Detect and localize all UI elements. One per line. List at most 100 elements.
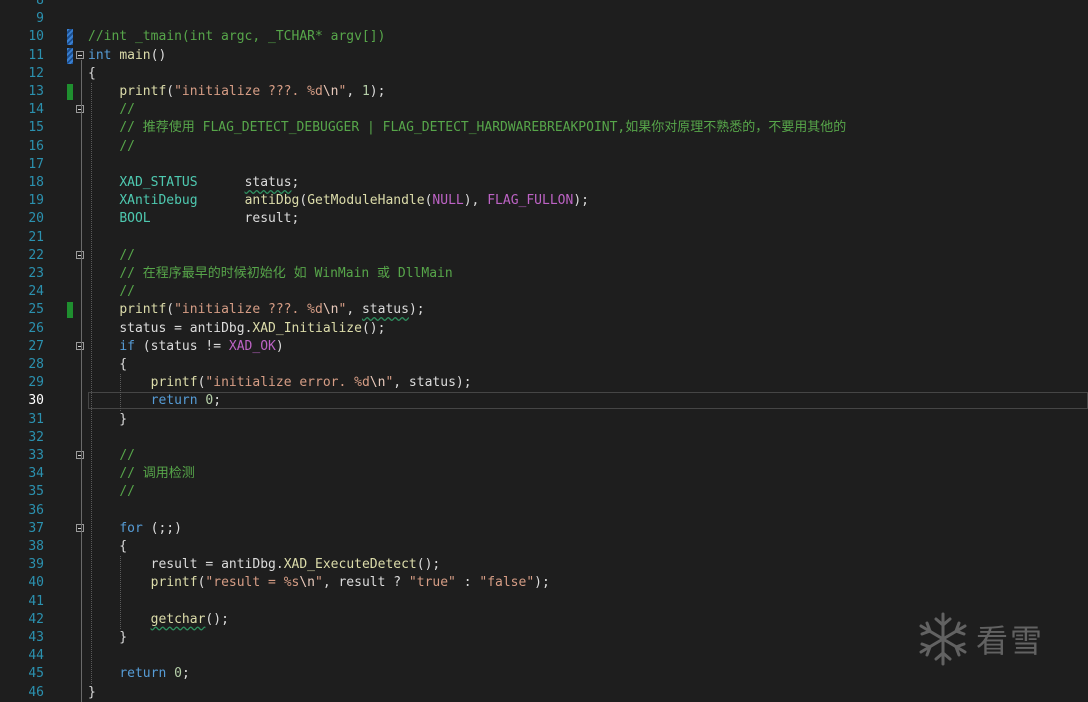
line-number[interactable]: 15 xyxy=(0,119,44,137)
code-line[interactable]: 15 // 推荐使用 FLAG_DETECT_DEBUGGER | FLAG_D… xyxy=(0,119,1088,137)
collapse-icon[interactable] xyxy=(76,105,84,114)
collapse-icon[interactable] xyxy=(76,250,84,259)
line-number[interactable]: 27 xyxy=(0,338,44,356)
code-text[interactable]: // 在程序最早的时候初始化 如 WinMain 或 DllMain xyxy=(88,265,452,283)
line-number[interactable]: 41 xyxy=(0,593,44,611)
code-text[interactable]: printf("initialize error. %d\n", status)… xyxy=(88,374,472,392)
code-line[interactable]: 39 result = antiDbg.XAD_ExecuteDetect(); xyxy=(0,556,1088,574)
line-number[interactable]: 14 xyxy=(0,101,44,119)
line-number[interactable]: 45 xyxy=(0,665,44,683)
code-line[interactable]: 31 } xyxy=(0,411,1088,429)
line-number[interactable]: 36 xyxy=(0,502,44,520)
code-line[interactable]: 29 printf("initialize error. %d\n", stat… xyxy=(0,374,1088,392)
line-number[interactable]: 9 xyxy=(0,10,44,28)
line-number[interactable]: 40 xyxy=(0,574,44,592)
code-text[interactable]: getchar(); xyxy=(88,611,229,629)
line-number[interactable]: 39 xyxy=(0,556,44,574)
code-text[interactable]: } xyxy=(88,629,127,647)
code-text[interactable]: printf("result = %s\n", result ? "true" … xyxy=(88,574,550,592)
code-editor[interactable]: 8 9 10//int _tmain(int argc, _TCHAR* argv[… xyxy=(0,0,1088,702)
line-number[interactable]: 26 xyxy=(0,320,44,338)
collapse-icon[interactable] xyxy=(76,451,84,459)
code-line[interactable]: 34 // 调用检测 xyxy=(0,465,1088,483)
code-text[interactable]: status = antiDbg.XAD_Initialize(); xyxy=(88,320,385,338)
code-text[interactable]: // 调用检测 xyxy=(88,465,194,483)
line-number[interactable]: 8 xyxy=(0,0,44,10)
line-number[interactable]: 21 xyxy=(0,229,44,247)
code-line[interactable]: 27 if (status != XAD_OK) xyxy=(0,338,1088,356)
line-number[interactable]: 12 xyxy=(0,65,44,83)
code-line[interactable]: 18 XAD_STATUS status; xyxy=(0,174,1088,192)
line-number[interactable]: 13 xyxy=(0,83,44,101)
line-number[interactable]: 11 xyxy=(0,47,44,65)
code-line[interactable]: 19 XAntiDebug antiDbg(GetModuleHandle(NU… xyxy=(0,192,1088,210)
code-line[interactable]: 17 xyxy=(0,156,1088,174)
code-text[interactable]: // xyxy=(88,101,135,119)
code-text[interactable]: printf("initialize ???. %d\n", status); xyxy=(88,301,424,319)
code-text[interactable]: return 0; xyxy=(88,665,189,683)
code-line[interactable]: 41 xyxy=(0,593,1088,611)
line-number[interactable]: 44 xyxy=(0,647,44,665)
code-line[interactable]: 40 printf("result = %s\n", result ? "tru… xyxy=(0,574,1088,592)
line-number[interactable]: 37 xyxy=(0,520,44,538)
code-text[interactable]: XAD_STATUS status; xyxy=(88,174,299,192)
code-text[interactable]: // xyxy=(88,283,135,301)
code-text[interactable]: { xyxy=(88,356,127,374)
code-line[interactable]: 35 // xyxy=(0,483,1088,501)
code-line[interactable]: 26 status = antiDbg.XAD_Initialize(); xyxy=(0,320,1088,338)
line-number[interactable]: 30 xyxy=(0,392,44,410)
line-number[interactable]: 34 xyxy=(0,465,44,483)
code-line[interactable]: 20 BOOL result; xyxy=(0,210,1088,228)
code-text[interactable]: // xyxy=(88,247,135,265)
code-line[interactable]: 28 { xyxy=(0,356,1088,374)
collapse-icon[interactable] xyxy=(76,523,84,532)
code-line[interactable]: 37 for (;;) xyxy=(0,520,1088,538)
line-number[interactable]: 17 xyxy=(0,156,44,174)
code-line[interactable]: 12 { xyxy=(0,65,1088,83)
code-text[interactable]: printf("initialize ???. %d\n", 1); xyxy=(88,83,385,101)
code-line[interactable]: 23 // 在程序最早的时候初始化 如 WinMain 或 DllMain xyxy=(0,265,1088,283)
line-number[interactable]: 32 xyxy=(0,429,44,447)
code-text[interactable]: // xyxy=(88,138,135,156)
line-number[interactable]: 16 xyxy=(0,138,44,156)
code-line[interactable]: 38 { xyxy=(0,538,1088,556)
code-line[interactable]: 10 //int _tmain(int argc, _TCHAR* argv[]) xyxy=(0,28,1088,46)
code-line[interactable]: 24 // xyxy=(0,283,1088,301)
code-text[interactable]: XAntiDebug antiDbg(GetModuleHandle(NULL)… xyxy=(88,192,589,210)
code-text[interactable]: if (status != XAD_OK) xyxy=(88,338,283,356)
code-text[interactable]: } xyxy=(88,684,96,702)
line-number[interactable]: 42 xyxy=(0,611,44,629)
line-number[interactable]: 19 xyxy=(0,192,44,210)
line-number[interactable]: 28 xyxy=(0,356,44,374)
code-line[interactable]: 14 // xyxy=(0,101,1088,119)
code-text[interactable]: return 0; xyxy=(88,392,221,410)
code-line[interactable]: 22 // xyxy=(0,247,1088,265)
code-text[interactable]: result = antiDbg.XAD_ExecuteDetect(); xyxy=(88,556,441,574)
code-line[interactable]: 25 printf("initialize ???. %d\n", status… xyxy=(0,301,1088,319)
code-text[interactable]: } xyxy=(88,411,127,429)
line-number[interactable]: 33 xyxy=(0,447,44,465)
code-line[interactable]: 46} xyxy=(0,684,1088,702)
code-line[interactable]: 13 printf("initialize ???. %d\n", 1); xyxy=(0,83,1088,101)
code-text[interactable]: // xyxy=(88,447,135,465)
line-number[interactable]: 20 xyxy=(0,210,44,228)
line-number[interactable]: 31 xyxy=(0,411,44,429)
line-number[interactable]: 25 xyxy=(0,301,44,319)
collapse-icon[interactable] xyxy=(76,341,84,350)
line-number[interactable]: 10 xyxy=(0,28,44,46)
code-text[interactable]: int main() xyxy=(88,47,166,65)
code-line[interactable]: 8 xyxy=(0,0,1088,10)
code-line[interactable]: 11 int main() xyxy=(0,47,1088,65)
code-line[interactable]: 33 // xyxy=(0,447,1088,465)
code-line[interactable]: 21 xyxy=(0,229,1088,247)
line-number[interactable]: 29 xyxy=(0,374,44,392)
line-number[interactable]: 43 xyxy=(0,629,44,647)
code-text[interactable]: { xyxy=(88,65,96,83)
code-line[interactable]: 9 xyxy=(0,10,1088,28)
code-text[interactable]: // xyxy=(88,483,135,501)
line-number[interactable]: 35 xyxy=(0,483,44,501)
collapse-icon[interactable] xyxy=(76,50,84,59)
line-number[interactable]: 24 xyxy=(0,283,44,301)
code-text[interactable]: { xyxy=(88,538,127,556)
code-text[interactable]: BOOL result; xyxy=(88,210,299,228)
